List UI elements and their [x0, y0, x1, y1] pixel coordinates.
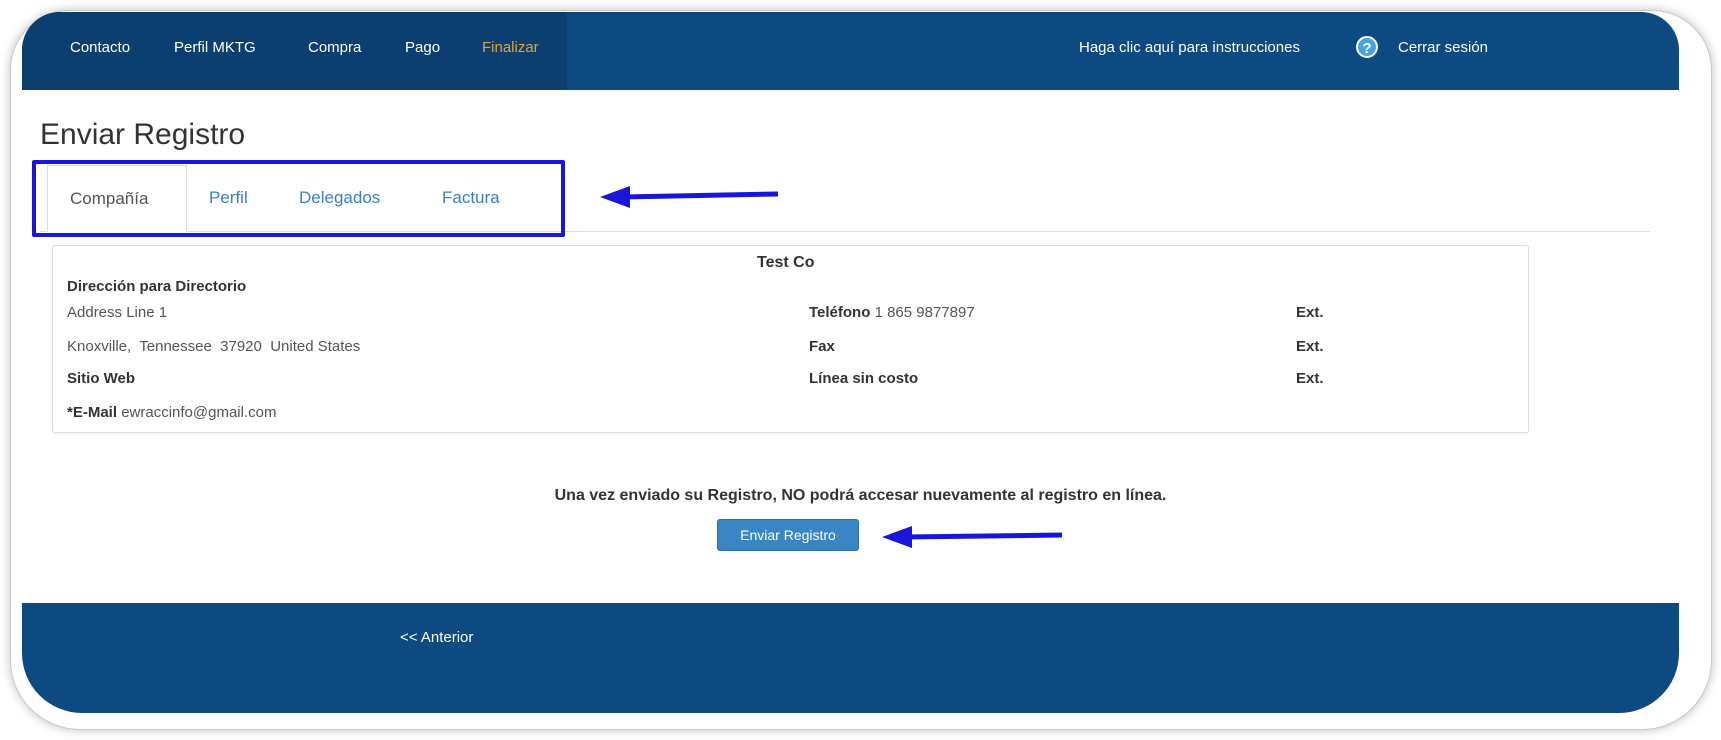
- tabs-highlight-box: [32, 160, 565, 237]
- submit-registration-button[interactable]: Enviar Registro: [717, 519, 859, 551]
- nav-perfil-mktg[interactable]: Perfil MKTG: [174, 39, 256, 56]
- submission-warning: Una vez enviado su Registro, NO podrá ac…: [554, 487, 1167, 504]
- nav-pago[interactable]: Pago: [405, 39, 440, 56]
- fax-ext-label: Ext.: [1296, 338, 1324, 355]
- tollfree-ext-label: Ext.: [1296, 370, 1324, 387]
- phone-ext-label: Ext.: [1296, 304, 1324, 321]
- top-navigation-bar: Contacto Perfil MKTG Compra Pago Finaliz…: [22, 12, 1679, 90]
- help-icon[interactable]: ?: [1356, 36, 1378, 58]
- left-arrow-icon: [882, 526, 1063, 548]
- fax-label: Fax: [809, 338, 835, 355]
- help-instructions-link[interactable]: Haga clic aquí para instrucciones: [1079, 39, 1300, 56]
- company-name: Test Co: [757, 254, 815, 271]
- address-line-1: Address Line 1: [67, 304, 168, 321]
- email-row: *E-Mail ewraccinfo@gmail.com: [67, 404, 276, 421]
- email-value: ewraccinfo@gmail.com: [121, 404, 277, 421]
- nav-finalizar[interactable]: Finalizar: [482, 39, 539, 56]
- tollfree-label: Línea sin costo: [809, 370, 919, 387]
- left-arrow-icon: [600, 186, 779, 208]
- phone-label: Teléfono: [809, 304, 871, 321]
- previous-link[interactable]: << Anterior: [400, 629, 473, 646]
- company-summary-panel: Test Co Dirección para Directorio Addres…: [52, 245, 1529, 433]
- page-title: Enviar Registro: [40, 118, 246, 151]
- city-state-zip: Knoxville, Tennessee 37920 United States: [67, 338, 361, 355]
- phone-value: 1 865 9877897: [874, 304, 975, 321]
- phone-row: Teléfono 1 865 9877897: [809, 304, 975, 321]
- email-label: *E-Mail: [67, 404, 118, 421]
- nav-compra[interactable]: Compra: [308, 39, 361, 56]
- footer-bar: << Anterior: [22, 603, 1679, 713]
- directory-address-label: Dirección para Directorio: [67, 278, 247, 295]
- nav-contacto[interactable]: Contacto: [70, 39, 130, 56]
- logout-link[interactable]: Cerrar sesión: [1398, 39, 1488, 56]
- website-label: Sitio Web: [67, 370, 136, 387]
